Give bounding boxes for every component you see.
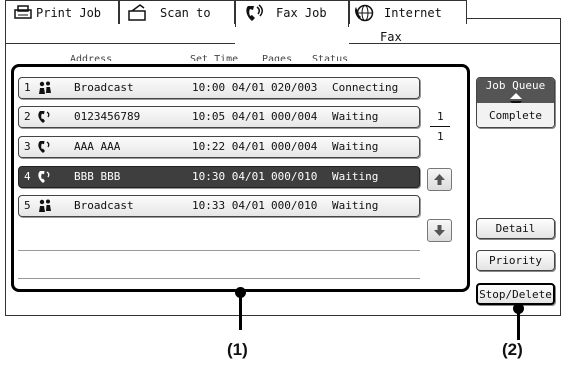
column-header-address: Address [70, 54, 113, 61]
callout-2-line [517, 308, 520, 340]
page-current: 1 [437, 110, 444, 123]
tab-internet-fax[interactable]: Internet Fax [349, 0, 467, 44]
tab-fax-job[interactable]: Fax Job [235, 0, 349, 27]
arrow-down-icon [434, 225, 445, 236]
column-header-status: Status [312, 54, 349, 61]
page-total: 1 [437, 130, 444, 143]
scroll-down-button[interactable] [427, 219, 452, 242]
job-queue-label: Job Queue [485, 79, 546, 92]
callout-1-line [239, 292, 242, 330]
scanner-icon [128, 4, 148, 30]
page-fraction-line [430, 126, 450, 127]
internet-fax-icon [354, 4, 376, 30]
tab-divider-left [5, 43, 235, 44]
column-header-set-time: Set Time [190, 54, 239, 61]
tab-scan-to-label: Scan to [160, 6, 211, 20]
priority-button[interactable]: Priority [476, 250, 555, 271]
complete-label: Complete [489, 109, 542, 122]
callout-1-label: (1) [227, 340, 248, 359]
tab-print-job-label: Print Job [36, 6, 102, 20]
arrow-up-icon [434, 174, 445, 185]
scroll-up-button[interactable] [427, 168, 452, 191]
printer-icon [14, 4, 32, 28]
stop-delete-button[interactable]: Stop/Delete [476, 283, 555, 305]
callout-2-label: (2) [502, 340, 523, 359]
tab-print-job[interactable]: Print Job [5, 0, 119, 24]
job-queue-complete-toggle[interactable]: Job Queue Complete [476, 77, 555, 128]
fax-icon [244, 4, 266, 32]
job-list-highlight-frame [11, 64, 470, 292]
tab-divider-right [349, 43, 561, 44]
column-header-pages: Pages [262, 54, 293, 61]
tab-scan-to[interactable]: Scan to [119, 0, 235, 24]
tab-fax-job-label: Fax Job [276, 6, 327, 20]
detail-button[interactable]: Detail [476, 218, 555, 239]
